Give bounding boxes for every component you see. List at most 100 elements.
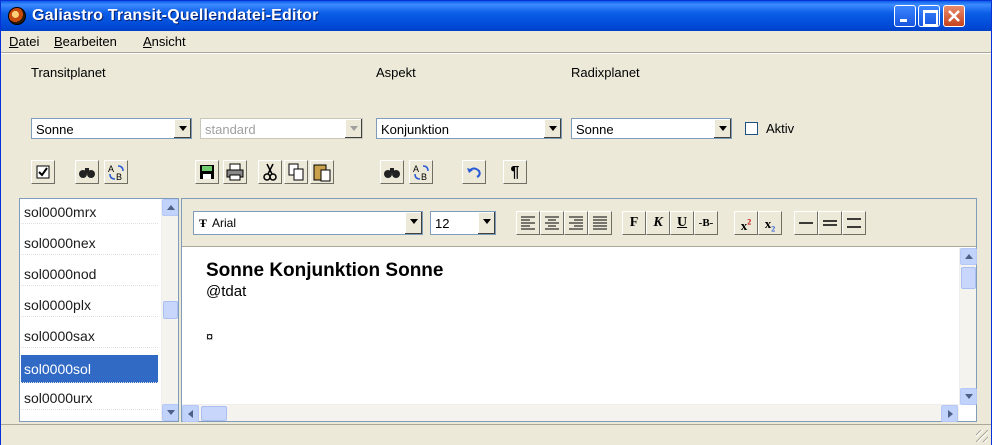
list-item[interactable]: sol0000nod [21, 262, 158, 286]
chevron-down-icon[interactable] [404, 212, 422, 234]
cut-button[interactable] [258, 160, 282, 184]
menu-ansicht[interactable]: Ansicht [143, 34, 186, 49]
font-value: Arial [212, 216, 237, 230]
scroll-right-button[interactable] [941, 405, 958, 422]
aspekt-select[interactable]: Konjunktion [376, 118, 562, 139]
replace-text-button[interactable]: AB [409, 160, 433, 184]
chevron-down-icon[interactable] [173, 119, 191, 138]
close-button[interactable] [943, 5, 965, 27]
undo-button[interactable] [462, 160, 486, 184]
variant-select[interactable]: standard [200, 118, 363, 139]
binoculars-icon [79, 168, 95, 178]
scroll-down-button[interactable] [162, 404, 178, 421]
find-button[interactable] [75, 160, 99, 184]
menu-datei[interactable]: Datei [9, 34, 39, 49]
arrow-down-icon [167, 410, 175, 415]
scroll-thumb[interactable] [961, 267, 976, 289]
list-item[interactable]: sol0000nex [21, 231, 158, 255]
document-heading: Sonne Konjunktion Sonne [206, 260, 444, 281]
copy-icon [288, 163, 304, 181]
scroll-thumb[interactable] [163, 301, 178, 319]
scroll-thumb[interactable] [201, 406, 227, 421]
list-item[interactable]: sol0000urx [21, 386, 158, 410]
justify-button[interactable] [588, 211, 612, 235]
title-bar[interactable]: Galiastro Transit-Quellendatei-Editor [1, 1, 991, 31]
pilcrow-icon: ¶ [510, 164, 520, 181]
scroll-up-button[interactable] [960, 248, 977, 265]
scroll-down-button[interactable] [960, 388, 977, 405]
menu-bearbeiten[interactable]: Bearbeiten [54, 34, 117, 49]
file-list[interactable]: sol0000mrx sol0000nex sol0000nod sol0000… [19, 198, 179, 422]
font-size-select[interactable]: 12 [430, 211, 496, 235]
truetype-icon: Ŧ [199, 216, 208, 230]
arrow-left-icon [188, 410, 193, 418]
radixplanet-value: Sonne [576, 122, 614, 137]
font-size-value: 12 [435, 216, 450, 231]
scroll-left-button[interactable] [182, 405, 199, 422]
font-select[interactable]: Ŧ Arial [193, 211, 423, 235]
copy-button[interactable] [284, 160, 308, 184]
menu-bar: Datei Bearbeiten Ansicht [1, 31, 991, 52]
scroll-up-button[interactable] [162, 199, 178, 216]
superscript-button[interactable]: x2 [734, 211, 758, 235]
transitplanet-value: Sonne [36, 122, 74, 137]
list-item[interactable]: sol0000plx [21, 293, 158, 317]
italic-button[interactable]: K [646, 211, 670, 235]
align-center-icon [545, 216, 559, 230]
file-list-scrollbar[interactable] [161, 199, 178, 421]
subscript-icon: x2 [764, 216, 776, 234]
transitplanet-select[interactable]: Sonne [31, 118, 192, 139]
bold-button[interactable]: F [622, 211, 646, 235]
check-all-button[interactable] [31, 160, 55, 184]
align-right-button[interactable] [564, 211, 588, 235]
menu-separator [1, 52, 991, 54]
maximize-button[interactable] [918, 5, 940, 27]
line-double-button[interactable] [842, 211, 866, 235]
save-icon [200, 165, 214, 179]
format-toolbar: Ŧ Arial 12 F K U -B- x2 x2 [182, 199, 976, 247]
line-single-button[interactable] [794, 211, 818, 235]
resize-grip-icon[interactable] [976, 430, 988, 442]
editor-horizontal-scrollbar[interactable] [182, 404, 959, 422]
chevron-down-icon[interactable] [713, 119, 731, 138]
aktiv-checkbox[interactable] [745, 122, 758, 135]
svg-text:A: A [413, 164, 419, 174]
scissors-icon [263, 163, 277, 181]
printer-icon [226, 163, 244, 181]
find-text-button[interactable] [380, 160, 404, 184]
line-onehalf-button[interactable] [818, 211, 842, 235]
minimize-button[interactable] [894, 5, 916, 27]
arrow-down-icon [965, 394, 973, 399]
list-item[interactable]: sol0000mrx [21, 200, 158, 224]
document-line: @tdat [206, 283, 247, 300]
save-button[interactable] [195, 160, 219, 184]
strikethrough-button[interactable]: -B- [694, 211, 718, 235]
subscript-button[interactable]: x2 [758, 211, 782, 235]
paragraph-marks-button[interactable]: ¶ [503, 160, 527, 184]
arrow-right-icon [948, 410, 953, 418]
svg-text:A: A [108, 164, 114, 174]
align-center-button[interactable] [540, 211, 564, 235]
underline-button[interactable]: U [670, 211, 694, 235]
replace-button[interactable]: AB [104, 160, 128, 184]
app-window: Galiastro Transit-Quellendatei-Editor Da… [0, 0, 992, 445]
print-button[interactable] [223, 160, 247, 184]
paste-button[interactable] [310, 160, 334, 184]
rich-text-editor[interactable]: Ŧ Arial 12 F K U -B- x2 x2 Sonne Konjunk… [181, 198, 977, 422]
align-left-button[interactable] [516, 211, 540, 235]
line-spacing-onehalf-icon [823, 220, 837, 226]
editor-vertical-scrollbar[interactable] [959, 248, 977, 405]
list-item[interactable]: sol0000sax [21, 324, 158, 348]
replace-icon: AB [413, 164, 429, 182]
chevron-down-icon[interactable] [477, 212, 495, 234]
replace-icon: AB [108, 164, 124, 182]
clipboard-icon [313, 164, 331, 182]
chevron-down-icon[interactable] [344, 119, 362, 138]
justify-icon [593, 216, 607, 230]
list-item-selected[interactable]: sol0000sol [21, 355, 158, 383]
radixplanet-label: Radixplanet [571, 65, 640, 80]
chevron-down-icon[interactable] [543, 119, 561, 138]
window-title: Galiastro Transit-Quellendatei-Editor [32, 7, 319, 24]
radixplanet-select[interactable]: Sonne [571, 118, 732, 139]
superscript-icon: x2 [740, 218, 752, 234]
